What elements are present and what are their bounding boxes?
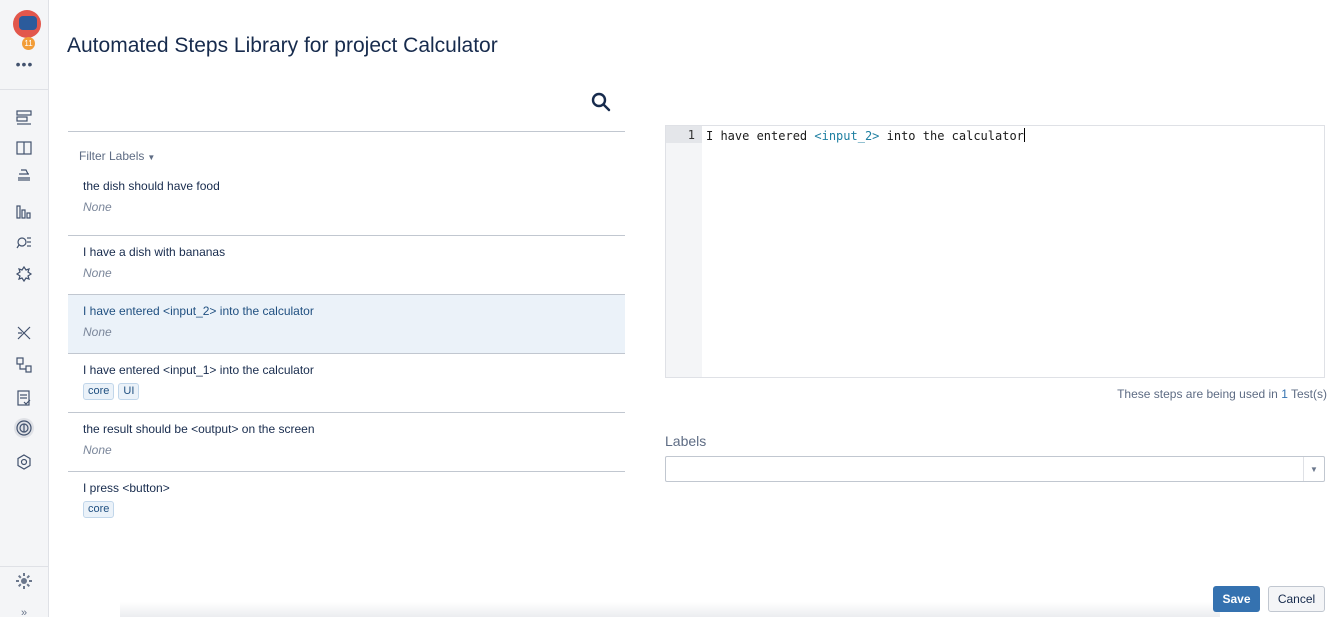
editor-gutter: 1	[666, 126, 702, 377]
steps-list-panel: Filter Labels ▼ the dish should have food…	[68, 131, 625, 531]
code-line[interactable]: I have entered <input_2> into the calcul…	[706, 128, 1025, 143]
logo-icon	[19, 16, 37, 30]
step-item[interactable]: I have a dish with bananas None	[68, 236, 625, 295]
step-item[interactable]: the dish should have food None	[68, 177, 625, 236]
issues-search-icon[interactable]	[14, 232, 34, 252]
step-labels-none: None	[83, 443, 112, 457]
save-button[interactable]: Save	[1213, 586, 1260, 612]
step-tags: core UI	[83, 383, 610, 400]
step-title: the dish should have food	[83, 179, 220, 193]
test-repository-icon[interactable]	[14, 355, 34, 375]
sidebar: 11 ••• »	[0, 0, 49, 619]
label-tag[interactable]: core	[83, 383, 115, 400]
releases-icon[interactable]	[14, 164, 34, 184]
chevron-down-icon[interactable]: ▼	[1303, 457, 1324, 481]
line-number: 1	[687, 128, 695, 142]
step-labels-none: None	[83, 266, 112, 280]
usage-count-link[interactable]: 1	[1281, 387, 1288, 401]
test-plan-icon[interactable]	[14, 388, 34, 408]
settings-hexagon-icon[interactable]	[14, 452, 34, 472]
usage-text: Test(s)	[1287, 387, 1327, 401]
filter-labels-dropdown[interactable]: Filter Labels ▼	[68, 132, 625, 177]
step-code-editor[interactable]: 1 I have entered <input_2> into the calc…	[665, 125, 1325, 378]
search-icon[interactable]	[589, 90, 613, 114]
notification-badge[interactable]: 11	[22, 37, 35, 50]
more-icon[interactable]: •••	[0, 56, 49, 72]
labels-heading: Labels	[665, 433, 707, 449]
board-icon[interactable]	[14, 138, 34, 158]
sidebar-divider	[0, 89, 49, 90]
code-text: I have entered	[706, 129, 815, 143]
sidebar-divider	[0, 566, 49, 567]
caret-down-icon: ▼	[147, 153, 156, 162]
step-title: the result should be <output> on the scr…	[83, 422, 315, 436]
cancel-button[interactable]: Cancel	[1268, 586, 1325, 612]
step-tags: core	[83, 501, 610, 518]
gear-icon[interactable]	[14, 571, 34, 591]
step-item[interactable]: I press <button> core	[68, 472, 625, 531]
code-text: into the calculator	[879, 129, 1024, 143]
step-item[interactable]: I have entered <input_1> into the calcul…	[68, 354, 625, 413]
page-title: Automated Steps Library for project Calc…	[67, 34, 498, 57]
footer-shadow	[120, 602, 1220, 617]
app-logo[interactable]: 11	[13, 10, 41, 50]
code-parameter: <input_2>	[814, 129, 880, 143]
step-title: I have entered <input_1> into the calcul…	[83, 363, 314, 377]
step-title: I have entered <input_2> into the calcul…	[83, 304, 314, 318]
step-labels-none: None	[83, 200, 112, 214]
text-cursor	[1023, 128, 1025, 142]
expand-sidebar-icon[interactable]: »	[14, 603, 34, 623]
usage-info: These steps are being used in 1 Test(s)	[1117, 387, 1327, 401]
filter-labels-label: Filter Labels	[79, 149, 145, 163]
step-item[interactable]: the result should be <output> on the scr…	[68, 413, 625, 472]
label-tag[interactable]: core	[83, 501, 115, 518]
labels-select[interactable]: ▼	[665, 456, 1325, 482]
automated-steps-library-icon[interactable]	[14, 418, 34, 438]
backlog-icon[interactable]	[14, 108, 34, 128]
step-item-selected[interactable]: I have entered <input_2> into the calcul…	[68, 295, 625, 354]
step-labels-none: None	[83, 325, 112, 339]
xray-icon[interactable]	[14, 323, 34, 343]
step-title: I have a dish with bananas	[83, 245, 226, 259]
label-tag[interactable]: UI	[118, 383, 140, 400]
components-icon[interactable]	[14, 264, 34, 284]
usage-text: These steps are being used in	[1117, 387, 1282, 401]
active-line-gutter	[666, 126, 702, 143]
reports-icon[interactable]	[14, 202, 34, 222]
step-title: I press <button>	[83, 481, 170, 495]
